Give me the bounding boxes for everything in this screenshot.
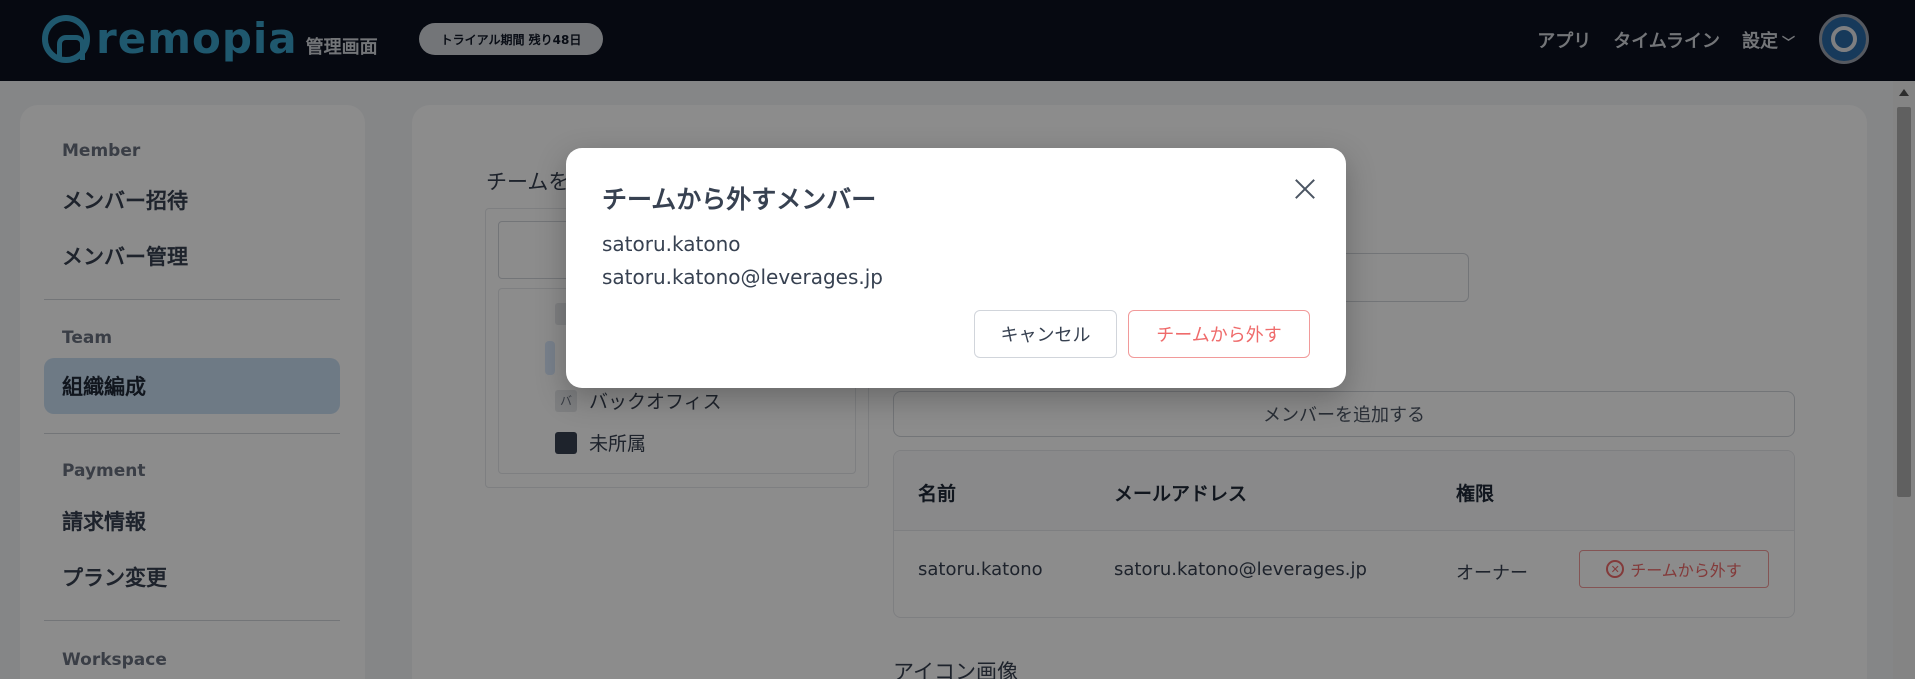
dialog-member-email: satoru.katono@leverages.jp bbox=[602, 265, 883, 289]
dialog-title: チームから外すメンバー bbox=[602, 185, 877, 214]
cancel-button[interactable]: キャンセル bbox=[974, 310, 1117, 358]
confirm-remove-button[interactable]: チームから外す bbox=[1128, 310, 1310, 358]
remove-member-dialog: チームから外すメンバー satoru.katono satoru.katono@… bbox=[566, 148, 1346, 388]
close-icon[interactable] bbox=[1290, 174, 1320, 204]
dialog-member-name: satoru.katono bbox=[602, 232, 741, 256]
